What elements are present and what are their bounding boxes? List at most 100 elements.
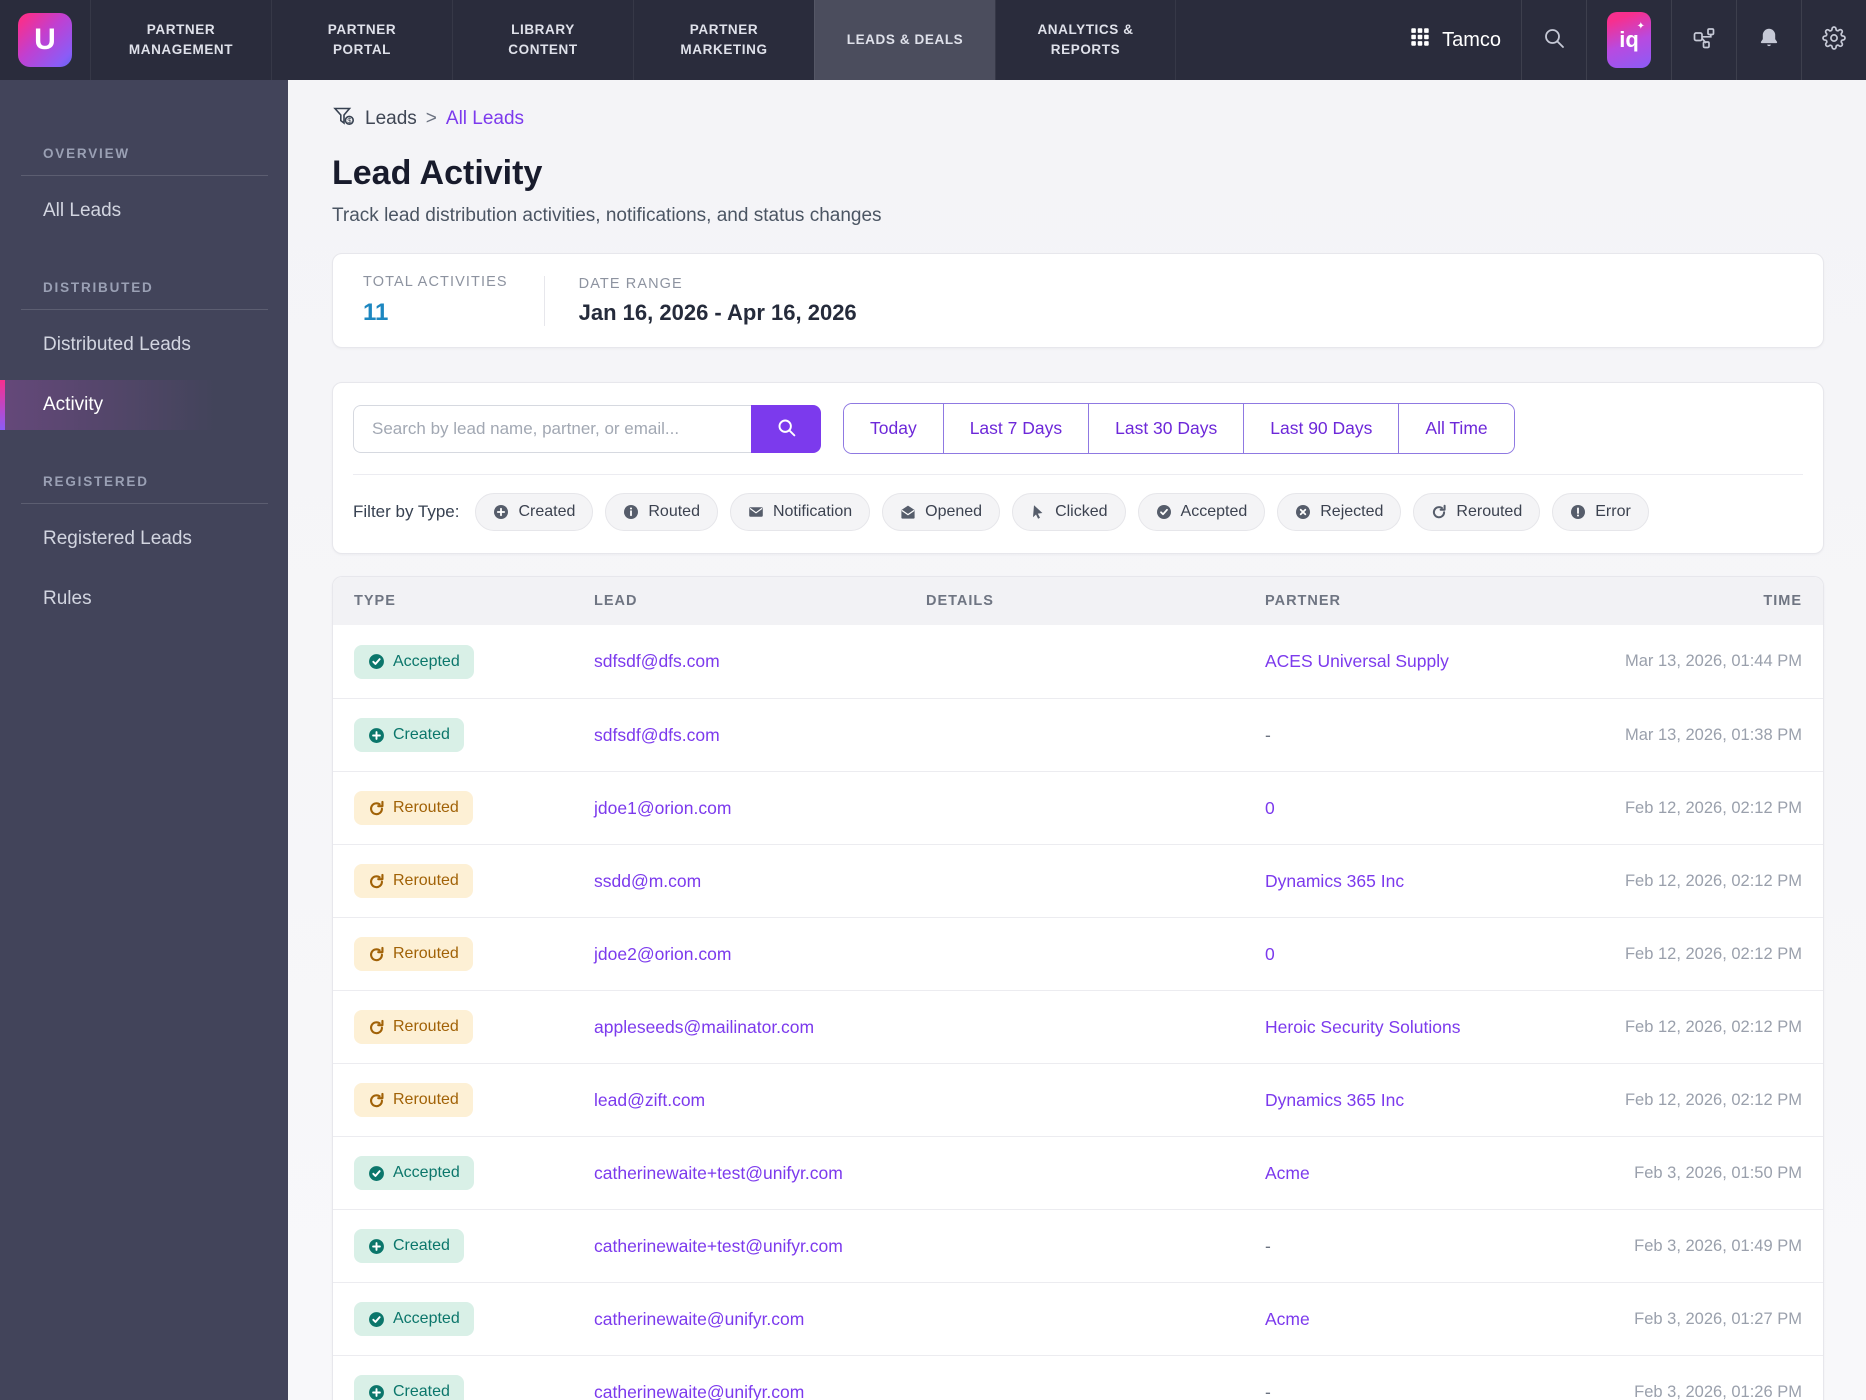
partner-cell: Dynamics 365 Inc xyxy=(1265,871,1572,892)
filter-chip-rejected[interactable]: Rejected xyxy=(1277,493,1402,531)
partner-link[interactable]: 0 xyxy=(1265,798,1275,818)
lead-link[interactable]: jdoe1@orion.com xyxy=(594,798,731,818)
partner-link[interactable]: 0 xyxy=(1265,944,1275,964)
lead-link[interactable]: ssdd@m.com xyxy=(594,871,701,891)
tab-library-content[interactable]: LIBRARY CONTENT xyxy=(452,0,633,80)
partner-link[interactable]: ACES Universal Supply xyxy=(1265,651,1449,671)
row-time: Feb 12, 2026, 02:12 PM xyxy=(1624,1017,1802,1036)
column-header-lead: LEAD xyxy=(594,593,638,609)
sidebar-item-activity[interactable]: Activity xyxy=(0,380,288,430)
workspace-name: Tamco xyxy=(1442,28,1501,51)
filter-chip-routed[interactable]: Routed xyxy=(605,493,718,531)
lead-link[interactable]: catherinewaite+test@unifyr.com xyxy=(594,1236,843,1256)
filter-chip-opened[interactable]: Opened xyxy=(882,493,1001,531)
tab-partner-portal[interactable]: PARTNER PORTAL xyxy=(271,0,452,80)
filter-chip-created[interactable]: Created xyxy=(475,493,594,531)
filter-chip-accepted[interactable]: Accepted xyxy=(1137,493,1266,531)
row-time: Mar 13, 2026, 01:44 PM xyxy=(1624,652,1802,670)
tab-leads-deals[interactable]: LEADS & DEALS xyxy=(814,0,995,80)
sidebar-item-label: Distributed Leads xyxy=(43,334,191,355)
lead-link[interactable]: appleseeds@mailinator.com xyxy=(594,1017,814,1037)
partner-cell: - xyxy=(1265,1382,1572,1400)
lead-cell: lead@zift.com xyxy=(594,1090,926,1111)
sidebar-item-registered-leads[interactable]: Registered Leads xyxy=(0,514,288,564)
iq-assistant-button[interactable]: iq ✦ xyxy=(1586,0,1671,80)
type-cell: Created xyxy=(354,1229,594,1263)
search-submit-button[interactable] xyxy=(751,404,821,453)
partner-cell: Acme xyxy=(1265,1309,1572,1330)
nav-tab-label: PARTNER PORTAL xyxy=(327,21,397,57)
partner-link[interactable]: Heroic Security Solutions xyxy=(1265,1017,1461,1037)
activity-type-badge: Rerouted xyxy=(354,1083,473,1117)
tab-partner-management[interactable]: PARTNER MANAGEMENT xyxy=(90,0,271,80)
lead-link[interactable]: sdfsdf@dfs.com xyxy=(594,725,720,745)
lead-link[interactable]: jdoe2@orion.com xyxy=(594,944,731,964)
partner-link[interactable]: Dynamics 365 Inc xyxy=(1265,871,1404,891)
sidebar-item-distributed-leads[interactable]: Distributed Leads xyxy=(0,320,288,370)
top-navbar: U PARTNER MANAGEMENT PARTNER PORTAL LIBR… xyxy=(0,0,1866,80)
activity-type-badge: Created xyxy=(354,718,464,752)
lead-cell: sdfsdf@dfs.com xyxy=(594,651,926,672)
filter-chip-rerouted[interactable]: Rerouted xyxy=(1413,493,1541,531)
tab-partner-marketing[interactable]: PARTNER MARKETING xyxy=(633,0,814,80)
type-cell: Accepted xyxy=(354,644,594,679)
app-logo[interactable]: U xyxy=(0,0,90,80)
time-filter-today[interactable]: Today xyxy=(844,404,943,453)
badge-label: Created xyxy=(393,1383,450,1400)
settings-button[interactable] xyxy=(1801,0,1866,80)
lead-link[interactable]: catherinewaite+test@unifyr.com xyxy=(594,1163,843,1183)
lead-link[interactable]: catherinewaite@unifyr.com xyxy=(594,1382,804,1400)
lead-link[interactable]: catherinewaite@unifyr.com xyxy=(594,1309,804,1329)
filter-chip-clicked[interactable]: Clicked xyxy=(1012,493,1126,531)
filter-chip-label: Clicked xyxy=(1055,503,1108,520)
search-row: TodayLast 7 DaysLast 30 DaysLast 90 Days… xyxy=(333,383,1823,474)
redo-icon xyxy=(368,946,385,963)
table-row: Rerouted jdoe1@orion.com 0 Feb 12, 2026,… xyxy=(333,771,1823,844)
breadcrumb-current[interactable]: All Leads xyxy=(446,108,524,130)
check-circle-icon xyxy=(368,1165,385,1182)
lead-link[interactable]: sdfsdf@dfs.com xyxy=(594,651,720,671)
workspace-switcher[interactable]: Tamco xyxy=(1389,0,1521,80)
partner-cell: Dynamics 365 Inc xyxy=(1265,1090,1572,1111)
integrations-button[interactable] xyxy=(1671,0,1736,80)
nav-tab-label: PARTNER MANAGEMENT xyxy=(128,21,234,57)
partner-link[interactable]: Dynamics 365 Inc xyxy=(1265,1090,1404,1110)
logo-tile: U xyxy=(18,13,72,67)
breadcrumb-root[interactable]: Leads xyxy=(365,108,417,130)
filter-chip-error[interactable]: Error xyxy=(1552,493,1649,531)
activity-type-badge: Accepted xyxy=(354,644,474,679)
activity-table: TYPE LEAD DETAILS PARTNER TIME Accepted sdfs… xyxy=(332,576,1824,1400)
lead-link[interactable]: lead@zift.com xyxy=(594,1090,705,1110)
partner-cell: 0 xyxy=(1265,944,1572,965)
type-cell: Accepted xyxy=(354,1156,594,1190)
filter-chip-label: Error xyxy=(1595,503,1631,520)
notifications-button[interactable] xyxy=(1736,0,1801,80)
time-filter-last-30-days[interactable]: Last 30 Days xyxy=(1088,404,1244,453)
partner-link[interactable]: Acme xyxy=(1265,1163,1310,1183)
redo-icon xyxy=(368,1092,385,1109)
filter-chip-label: Notification xyxy=(772,503,853,520)
column-header-details: DETAILS xyxy=(926,593,994,609)
badge-label: Rerouted xyxy=(393,1091,459,1108)
search-icon xyxy=(1542,26,1566,55)
time-filter-last-7-days[interactable]: Last 7 Days xyxy=(942,404,1089,453)
filter-chip-notification[interactable]: Notification xyxy=(729,493,871,531)
column-header-partner: PARTNER xyxy=(1265,593,1342,609)
lead-cell: catherinewaite@unifyr.com xyxy=(594,1309,926,1330)
type-cell: Rerouted xyxy=(354,1010,594,1044)
app-root: U PARTNER MANAGEMENT PARTNER PORTAL LIBR… xyxy=(0,0,1866,1400)
redo-icon xyxy=(368,873,385,890)
time-filter-all-time[interactable]: All Time xyxy=(1398,404,1514,453)
time-filter-group: Today Last 7 Days Last 30 Days Last 90 Days… xyxy=(843,403,1515,454)
search-input[interactable] xyxy=(353,404,751,453)
partner-link[interactable]: Acme xyxy=(1265,1309,1310,1329)
sidebar-item-all-leads[interactable]: All Leads xyxy=(0,186,288,236)
search-button[interactable] xyxy=(1521,0,1586,80)
time-filter-last-90-days[interactable]: Last 90 Days xyxy=(1243,404,1399,453)
tab-analytics-reports[interactable]: ANALYTICS & REPORTS xyxy=(995,0,1176,80)
badge-label: Rerouted xyxy=(393,799,459,816)
sidebar-section-overview: OVERVIEW All Leads xyxy=(0,146,288,236)
sidebar-divider xyxy=(21,503,268,504)
sidebar-item-rules[interactable]: Rules xyxy=(0,574,288,624)
funnel-dollar-icon: $ xyxy=(332,104,356,134)
